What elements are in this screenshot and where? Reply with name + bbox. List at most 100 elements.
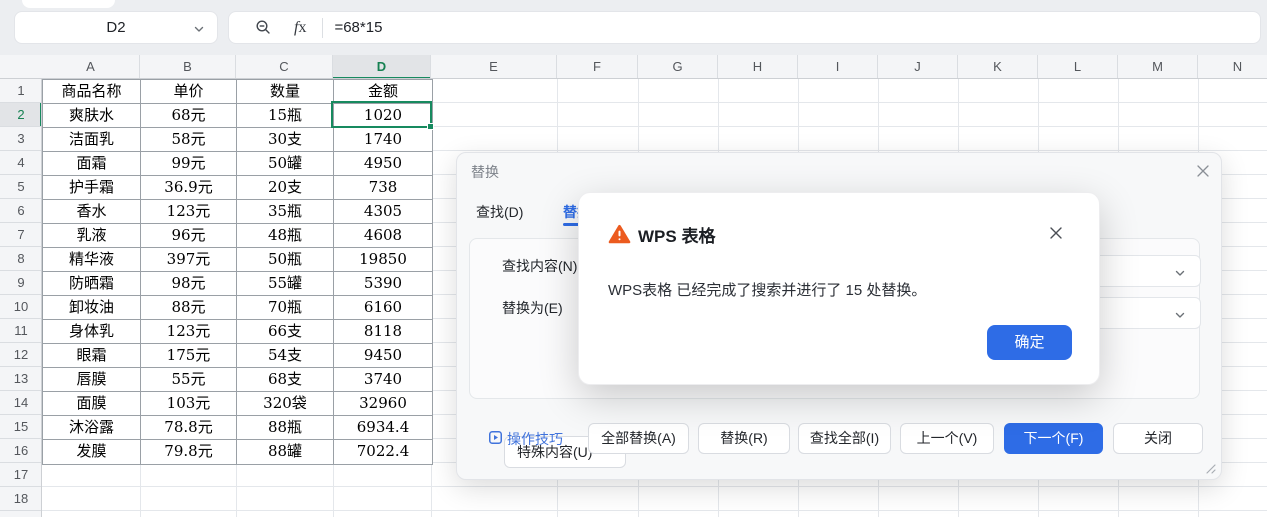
table-cell[interactable]: 78.8元 xyxy=(141,416,237,440)
table-cell[interactable]: 30支 xyxy=(237,128,334,152)
table-cell[interactable]: 98元 xyxy=(141,272,237,296)
table-cell[interactable]: 36.9元 xyxy=(141,176,237,200)
table-cell[interactable]: 6934.4 xyxy=(334,416,432,440)
find-all-button[interactable]: 查找全部(I) xyxy=(798,423,891,454)
column-header-E[interactable]: E xyxy=(431,55,557,79)
table-cell[interactable]: 70瓶 xyxy=(237,296,334,320)
chevron-down-icon[interactable] xyxy=(193,22,205,39)
table-cell[interactable]: 68元 xyxy=(141,104,237,128)
row-header-13[interactable]: 13 xyxy=(0,367,42,391)
table-cell[interactable]: 爽肤水 xyxy=(43,104,141,128)
name-box[interactable]: D2 xyxy=(14,11,218,44)
table-cell[interactable]: 88瓶 xyxy=(237,416,334,440)
table-cell[interactable]: 5390 xyxy=(334,272,432,296)
chevron-down-icon[interactable] xyxy=(1174,308,1186,326)
table-cell[interactable]: 35瓶 xyxy=(237,200,334,224)
search-icon[interactable] xyxy=(255,19,272,36)
row-header-18[interactable]: 18 xyxy=(0,487,42,511)
previous-button[interactable]: 上一个(V) xyxy=(900,423,994,454)
table-cell[interactable]: 发膜 xyxy=(43,440,141,464)
table-cell[interactable]: 香水 xyxy=(43,200,141,224)
table-cell[interactable]: 数量 xyxy=(237,80,334,104)
column-header-C[interactable]: C xyxy=(236,55,333,79)
row-header-2[interactable]: 2 xyxy=(0,103,42,127)
tab-find[interactable]: 查找(D) xyxy=(476,202,523,222)
table-cell[interactable]: 防晒霜 xyxy=(43,272,141,296)
table-cell[interactable]: 护手霜 xyxy=(43,176,141,200)
close-button[interactable]: 关闭 xyxy=(1113,423,1203,454)
resize-handle[interactable] xyxy=(1204,461,1216,479)
table-cell[interactable]: 卸妆油 xyxy=(43,296,141,320)
column-header-J[interactable]: J xyxy=(878,55,958,79)
table-cell[interactable]: 乳液 xyxy=(43,224,141,248)
column-header-H[interactable]: H xyxy=(718,55,798,79)
table-cell[interactable]: 单价 xyxy=(141,80,237,104)
insert-function-icon[interactable]: fx xyxy=(294,19,306,37)
column-header-A[interactable]: A xyxy=(42,55,140,79)
row-header-14[interactable]: 14 xyxy=(0,391,42,415)
row-header-11[interactable]: 11 xyxy=(0,319,42,343)
table-cell[interactable]: 4950 xyxy=(334,152,432,176)
table-cell[interactable]: 19850 xyxy=(334,248,432,272)
ok-button[interactable]: 确定 xyxy=(987,325,1072,360)
close-icon[interactable] xyxy=(1048,225,1064,241)
table-cell[interactable]: 66支 xyxy=(237,320,334,344)
row-header-5[interactable]: 5 xyxy=(0,175,42,199)
table-cell[interactable]: 32960 xyxy=(334,392,432,416)
formula-input[interactable]: =68*15 xyxy=(334,19,382,36)
table-cell[interactable]: 50瓶 xyxy=(237,248,334,272)
table-cell[interactable]: 7022.4 xyxy=(334,440,432,464)
table-cell[interactable]: 320袋 xyxy=(237,392,334,416)
table-cell[interactable]: 103元 xyxy=(141,392,237,416)
table-cell[interactable]: 8118 xyxy=(334,320,432,344)
table-cell[interactable]: 洁面乳 xyxy=(43,128,141,152)
table-cell[interactable]: 68支 xyxy=(237,368,334,392)
column-header-K[interactable]: K xyxy=(958,55,1038,79)
table-cell[interactable]: 55元 xyxy=(141,368,237,392)
next-button[interactable]: 下一个(F) xyxy=(1004,423,1103,454)
column-header-D[interactable]: D xyxy=(333,55,431,79)
table-cell[interactable]: 48瓶 xyxy=(237,224,334,248)
column-header-F[interactable]: F xyxy=(557,55,638,79)
chevron-down-icon[interactable] xyxy=(1174,266,1186,284)
column-header-I[interactable]: I xyxy=(798,55,878,79)
table-cell[interactable]: 3740 xyxy=(334,368,432,392)
row-header-1[interactable]: 1 xyxy=(0,79,42,103)
table-cell[interactable]: 6160 xyxy=(334,296,432,320)
formula-bar[interactable]: fx =68*15 xyxy=(228,11,1261,44)
column-header-B[interactable]: B xyxy=(140,55,236,79)
table-cell[interactable]: 397元 xyxy=(141,248,237,272)
table-cell[interactable]: 123元 xyxy=(141,200,237,224)
tips-link[interactable]: 操作技巧 xyxy=(489,429,563,449)
table-cell[interactable]: 精华液 xyxy=(43,248,141,272)
table-cell[interactable]: 50罐 xyxy=(237,152,334,176)
row-header-15[interactable]: 15 xyxy=(0,415,42,439)
row-header-19[interactable]: 19 xyxy=(0,511,42,517)
table-cell[interactable]: 面霜 xyxy=(43,152,141,176)
table-cell[interactable]: 175元 xyxy=(141,344,237,368)
table-cell[interactable]: 99元 xyxy=(141,152,237,176)
row-header-12[interactable]: 12 xyxy=(0,343,42,367)
column-header-G[interactable]: G xyxy=(638,55,718,79)
table-cell[interactable]: 88元 xyxy=(141,296,237,320)
table-cell[interactable]: 商品名称 xyxy=(43,80,141,104)
table-cell[interactable]: 眼霜 xyxy=(43,344,141,368)
column-header-M[interactable]: M xyxy=(1118,55,1198,79)
table-cell[interactable]: 面膜 xyxy=(43,392,141,416)
table-cell[interactable]: 身体乳 xyxy=(43,320,141,344)
table-cell[interactable]: 88罐 xyxy=(237,440,334,464)
row-header-17[interactable]: 17 xyxy=(0,463,42,487)
table-cell[interactable]: 15瓶 xyxy=(237,104,334,128)
close-icon[interactable] xyxy=(1195,163,1211,179)
row-header-16[interactable]: 16 xyxy=(0,439,42,463)
row-header-4[interactable]: 4 xyxy=(0,151,42,175)
replace-all-button[interactable]: 全部替换(A) xyxy=(588,423,689,454)
row-header-8[interactable]: 8 xyxy=(0,247,42,271)
table-cell[interactable]: 4608 xyxy=(334,224,432,248)
table-cell[interactable]: 79.8元 xyxy=(141,440,237,464)
table-cell[interactable]: 沐浴露 xyxy=(43,416,141,440)
table-cell[interactable]: 1740 xyxy=(334,128,432,152)
row-header-10[interactable]: 10 xyxy=(0,295,42,319)
table-cell[interactable]: 58元 xyxy=(141,128,237,152)
table-cell[interactable]: 123元 xyxy=(141,320,237,344)
